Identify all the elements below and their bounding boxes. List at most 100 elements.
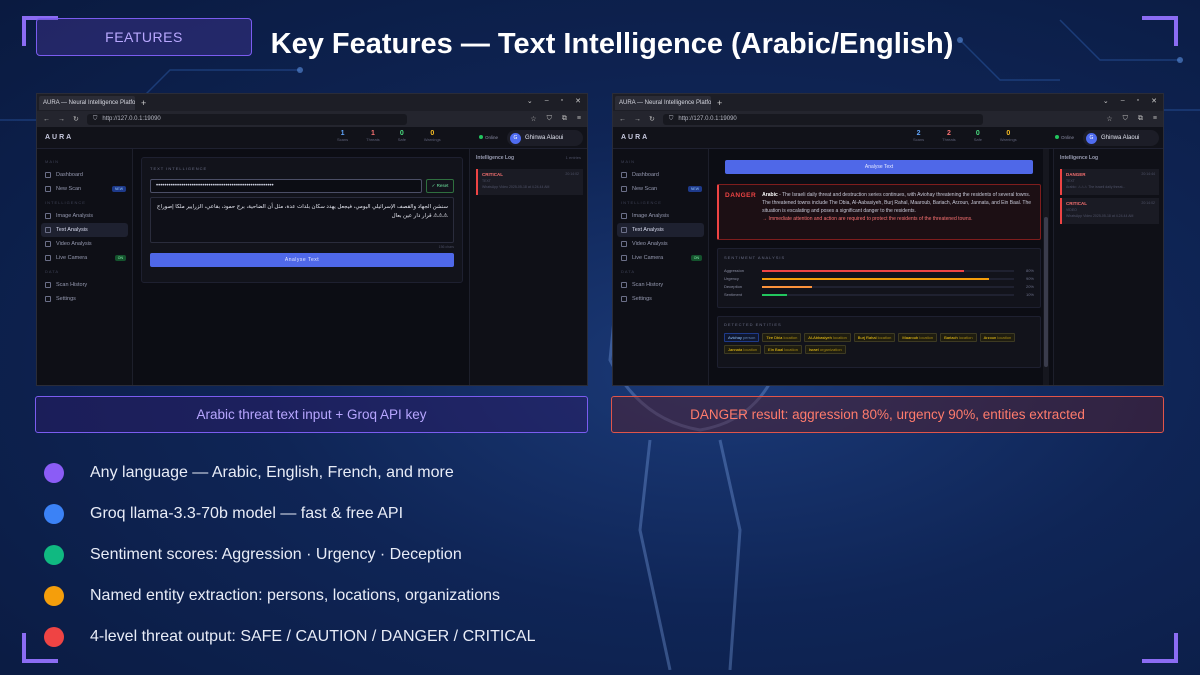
entity-chip: Al-Abbasiyeh location	[804, 333, 851, 342]
entity-chip: Jannata location	[724, 345, 762, 354]
sentiment-name: Aggression	[724, 268, 745, 273]
sidebar-item-settings[interactable]: Settings	[613, 292, 708, 306]
sentiment-row: Urgency 90%	[724, 276, 1034, 281]
intelligence-log: Intelligence Log 20:14:44 DANGER TEXT Ar…	[1053, 149, 1163, 385]
entity-chip: Israel organization	[804, 345, 846, 354]
history-icon	[45, 282, 51, 288]
api-key-input[interactable]: ••••••••••••••••••••••••••••••••••••••••…	[150, 179, 422, 193]
sidebar-item-dashboard[interactable]: Dashboard	[37, 168, 132, 182]
scrollbar[interactable]	[1043, 149, 1049, 385]
chevron-down-icon[interactable]: ⌄	[1103, 97, 1109, 105]
video-icon	[621, 241, 627, 247]
feature-item: Sentiment scores: Aggression · Urgency ·…	[44, 534, 535, 575]
new-tab-icon[interactable]: +	[141, 98, 146, 108]
sidebar-item-dashboard[interactable]: Dashboard	[613, 168, 708, 182]
entity-chip: Maaroub location	[898, 333, 938, 342]
sidebar-item-new-scan[interactable]: New Scan NEW	[613, 182, 708, 196]
address-field[interactable]: ⛉ http://127.0.0.1:19090	[86, 113, 407, 125]
entity-chip: Arzoun location	[979, 333, 1016, 342]
settings-icon	[45, 296, 51, 302]
feature-item: Any language — Arabic, English, French, …	[44, 452, 535, 493]
log-entry[interactable]: 20:14:02 CRITICAL VIDEO WhatsApp Video 2…	[1060, 198, 1159, 224]
dashboard-icon	[45, 172, 51, 178]
reload-icon[interactable]: ↻	[73, 115, 79, 123]
entity-chip: Avichay person	[724, 333, 760, 342]
sidebar-item-live-camera[interactable]: Live Camera ON	[613, 251, 708, 265]
extension-icon[interactable]: ⧉	[1138, 115, 1143, 123]
text-input-area[interactable]: سنشن الجهاد والقصف الإسرائيلي اليومي، في…	[150, 197, 454, 243]
chevron-down-icon[interactable]: ⌄	[527, 97, 533, 105]
char-count: 156 chars	[438, 245, 454, 249]
stat-warnings: 0 Warnings	[423, 130, 441, 142]
sidebar-item-text-analysis[interactable]: Text Analysis	[41, 223, 128, 237]
bullet-dot	[44, 503, 64, 524]
corner-bracket	[1142, 633, 1178, 663]
reset-button[interactable]: ✓ Reset	[426, 179, 454, 193]
address-field[interactable]: ⛉ http://127.0.0.1:19090	[662, 113, 983, 125]
camera-icon	[621, 255, 627, 261]
browser-tab[interactable]: AURA — Neural Intelligence Platfor	[39, 95, 135, 110]
sidebar-item-image-analysis[interactable]: Image Analysis	[37, 209, 132, 223]
sidebar-item-scan-history[interactable]: Scan History	[613, 278, 708, 292]
back-icon[interactable]: ←	[619, 116, 626, 123]
sidebar-item-new-scan[interactable]: New Scan NEW	[37, 182, 132, 196]
analyse-text-button[interactable]: Analyse Text	[725, 160, 1033, 174]
maximize-icon[interactable]: ▫	[1137, 97, 1139, 105]
maximize-icon[interactable]: ▫	[561, 97, 563, 105]
back-icon[interactable]: ←	[43, 116, 50, 123]
online-status: Online	[479, 135, 498, 140]
url-bar: ← → ↻ ⛉ http://127.0.0.1:19090 ☆ ⛉ ⧉ ≡	[613, 111, 1163, 127]
extension-icon[interactable]: ⧉	[562, 115, 567, 123]
menu-icon[interactable]: ≡	[1153, 115, 1157, 123]
star-icon[interactable]: ☆	[1106, 115, 1112, 123]
sidebar-item-settings[interactable]: Settings	[37, 292, 132, 306]
minimize-icon[interactable]: –	[1121, 97, 1125, 105]
bullet-dot	[44, 626, 64, 647]
image-icon	[45, 213, 51, 219]
reload-icon[interactable]: ↻	[649, 115, 655, 123]
close-icon[interactable]: ✕	[1151, 97, 1157, 105]
sidebar-item-video-analysis[interactable]: Video Analysis	[613, 237, 708, 251]
on-badge: ON	[114, 255, 126, 261]
user-menu[interactable]: G Ghinwa Alaoui	[507, 130, 583, 146]
forward-icon[interactable]: →	[634, 116, 641, 123]
close-icon[interactable]: ✕	[575, 97, 581, 105]
user-menu[interactable]: G Ghinwa Alaoui	[1083, 130, 1159, 146]
shield-icon: ⛉	[668, 115, 674, 122]
summary-text: - The Israeli daily threat and destructi…	[762, 192, 1032, 214]
stat-safe: 0 Safe	[973, 130, 982, 142]
app-logo: AURA	[621, 134, 650, 141]
log-entry[interactable]: 20:14:44 DANGER TEXT Arabic: ⚠⚠⚠ The isr…	[1060, 169, 1159, 195]
sentiment-bar-fill	[762, 277, 989, 280]
star-icon[interactable]: ☆	[530, 115, 536, 123]
app-body: MAIN Dashboard New Scan NEW INTELLIGENCE …	[613, 149, 1163, 385]
sidebar-section-data: DATA	[621, 269, 636, 274]
entity-chip: Bariach location	[940, 333, 977, 342]
shield-icon[interactable]: ⛉	[1123, 115, 1128, 123]
forward-icon[interactable]: →	[58, 116, 65, 123]
sentiment-analysis-panel: SENTIMENT ANALYSIS Aggression 80% Urgency 9…	[717, 248, 1041, 308]
app-body: MAIN Dashboard New Scan NEW INTELLIGENCE …	[37, 149, 587, 385]
intelligence-log: Intelligence Log 1 entries 20:14:02 CRITI…	[469, 149, 587, 385]
sidebar-item-live-camera[interactable]: Live Camera ON	[37, 251, 132, 265]
scroll-thumb[interactable]	[1044, 217, 1048, 367]
sidebar-item-text-analysis[interactable]: Text Analysis	[617, 223, 704, 237]
caption-result: DANGER result: aggression 80%, urgency 9…	[611, 396, 1164, 433]
minimize-icon[interactable]: –	[545, 97, 549, 105]
bullet-dot	[44, 585, 64, 606]
browser-tab[interactable]: AURA — Neural Intelligence Platfor	[615, 95, 711, 110]
stats-bar: 2 Scans 2 Threats 0 Safe 0 Warnings	[913, 130, 1017, 143]
sidebar-item-image-analysis[interactable]: Image Analysis	[613, 209, 708, 223]
analyse-text-button[interactable]: Analyse Text	[150, 253, 454, 267]
image-icon	[621, 213, 627, 219]
detected-entities-panel: DETECTED ENTITIES Avichay person Tire Dbi…	[717, 316, 1041, 368]
shield-icon[interactable]: ⛉	[547, 115, 552, 123]
new-tab-icon[interactable]: +	[717, 98, 722, 108]
sidebar-item-scan-history[interactable]: Scan History	[37, 278, 132, 292]
sidebar-item-video-analysis[interactable]: Video Analysis	[37, 237, 132, 251]
url-bar: ← → ↻ ⛉ http://127.0.0.1:19090 ☆ ⛉ ⧉ ≡	[37, 111, 587, 127]
log-entry[interactable]: 20:14:02 CRITICAL TEXT WhatsApp Video 20…	[476, 169, 583, 195]
bullet-dot	[44, 462, 64, 483]
menu-icon[interactable]: ≡	[577, 115, 581, 123]
sentiment-label: SENTIMENT ANALYSIS	[724, 255, 786, 260]
